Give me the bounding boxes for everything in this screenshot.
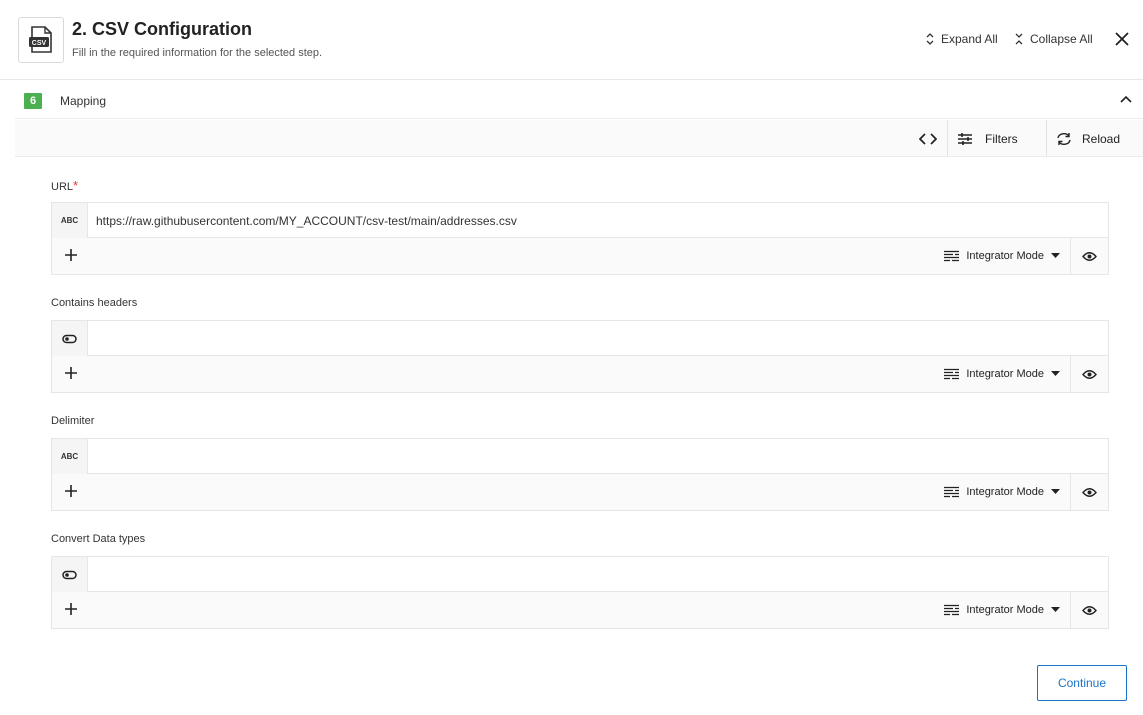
plus-icon[interactable]: [62, 482, 80, 500]
filters-icon: [958, 132, 972, 145]
contains-headers-label: Contains headers: [51, 297, 138, 309]
eye-icon: [1082, 251, 1097, 261]
mode-icon: [944, 250, 960, 261]
integrator-mode-dropdown[interactable]: Integrator Mode: [944, 592, 1060, 628]
collapse-all-button[interactable]: Collapse All: [1014, 32, 1093, 46]
toolbar-divider: [1046, 120, 1047, 157]
filters-button[interactable]: Filters: [957, 120, 1018, 157]
url-input[interactable]: [96, 203, 1100, 238]
reload-icon: [1057, 132, 1071, 145]
url-field: ABC Integrator Mode: [51, 202, 1109, 275]
code-view-button[interactable]: [919, 120, 937, 157]
convert-data-types-input[interactable]: [96, 557, 1100, 592]
integrator-mode-dropdown[interactable]: Integrator Mode: [944, 474, 1060, 510]
section-title: Mapping: [60, 94, 107, 108]
preview-button[interactable]: [1070, 474, 1108, 510]
delimiter-field: ABC Integrator Mode: [51, 438, 1109, 511]
plus-icon[interactable]: [62, 364, 80, 382]
preview-button[interactable]: [1070, 238, 1108, 274]
caret-down-icon: [1051, 489, 1060, 494]
plus-icon[interactable]: [62, 600, 80, 618]
step-number-badge: 6: [24, 93, 42, 109]
reload-label: Reload: [1082, 131, 1121, 146]
reload-button[interactable]: Reload: [1056, 120, 1120, 157]
svg-text:CSV: CSV: [32, 40, 47, 47]
step-header: CSV 2. CSV Configuration Fill in the req…: [0, 0, 1143, 80]
eye-icon: [1082, 369, 1097, 379]
expand-all-label: Expand All: [941, 32, 998, 46]
caret-down-icon: [1051, 371, 1060, 376]
toggle-type-icon: [52, 557, 88, 592]
mode-icon: [944, 604, 960, 615]
preview-button[interactable]: [1070, 356, 1108, 392]
expand-icon: [926, 33, 934, 45]
convert-data-types-label: Convert Data types: [51, 533, 146, 545]
delimiter-label: Delimiter: [51, 415, 95, 427]
mapping-section-header[interactable]: 6 Mapping: [15, 83, 1143, 119]
string-type-icon: ABC: [52, 439, 88, 474]
preview-button[interactable]: [1070, 592, 1108, 628]
caret-down-icon: [1051, 253, 1060, 258]
collapse-icon: [1015, 33, 1023, 45]
chevron-up-icon[interactable]: [1119, 93, 1133, 107]
toolbar-divider: [947, 120, 948, 157]
integrator-mode-dropdown[interactable]: Integrator Mode: [944, 356, 1060, 392]
toggle-type-icon: [52, 321, 88, 356]
string-type-icon: ABC: [52, 203, 88, 238]
contains-headers-field: Integrator Mode: [51, 320, 1109, 393]
code-icon: [919, 132, 937, 145]
mode-icon: [944, 486, 960, 497]
convert-data-types-field: Integrator Mode: [51, 556, 1109, 629]
contains-headers-input[interactable]: [96, 321, 1100, 356]
collapse-all-label: Collapse All: [1030, 32, 1093, 46]
csv-file-icon: CSV: [18, 17, 64, 63]
page-title: 2. CSV Configuration: [72, 19, 252, 39]
mapping-toolbar: Filters Reload: [15, 120, 1143, 157]
eye-icon: [1082, 605, 1097, 615]
integrator-mode-dropdown[interactable]: Integrator Mode: [944, 238, 1060, 274]
mode-icon: [944, 368, 960, 379]
caret-down-icon: [1051, 607, 1060, 612]
required-marker: *: [73, 178, 79, 193]
plus-icon[interactable]: [62, 246, 80, 264]
url-label: URL*: [51, 178, 79, 193]
page-subtitle: Fill in the required information for the…: [72, 47, 323, 59]
expand-all-button[interactable]: Expand All: [925, 32, 998, 46]
continue-button[interactable]: Continue: [1037, 665, 1127, 701]
eye-icon: [1082, 487, 1097, 497]
delimiter-input[interactable]: [96, 439, 1100, 474]
close-icon[interactable]: [1113, 30, 1131, 48]
filters-label: Filters: [985, 131, 1018, 146]
